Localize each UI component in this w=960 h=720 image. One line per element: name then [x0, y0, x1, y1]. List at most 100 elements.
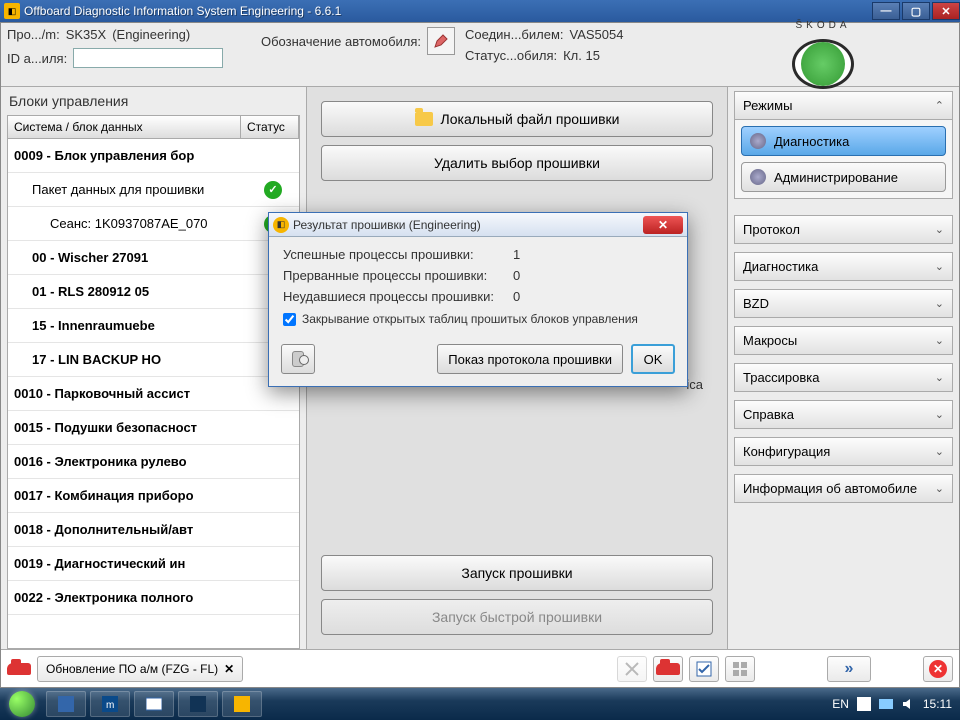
app-icon: ◧: [4, 3, 20, 19]
panel-title: Информация об автомобиле: [743, 481, 917, 496]
panel-header[interactable]: Трассировка⌄: [734, 363, 953, 392]
row-text: Пакет данных для прошивки: [14, 182, 253, 197]
ok-button[interactable]: OK: [631, 344, 675, 374]
table-row[interactable]: Сеанс: 1K0937087AE_070✓: [8, 207, 299, 241]
dialog-titlebar[interactable]: ◧ Результат прошивки (Engineering) ✕: [269, 213, 687, 237]
vehicle-edit-button[interactable]: [427, 27, 455, 55]
table-row[interactable]: 00 - Wischer 27091: [8, 241, 299, 275]
interrupted-label: Прерванные процессы прошивки:: [283, 268, 513, 283]
volume-icon[interactable]: [901, 697, 915, 711]
status-value: Кл. 15: [563, 48, 600, 63]
panel-title: Справка: [743, 407, 794, 422]
bottom-chip[interactable]: Обновление ПО а/м (FZG - FL) ✕: [37, 656, 243, 682]
col-system[interactable]: Система / блок данных: [8, 116, 241, 138]
panel-header[interactable]: Информация об автомобиле⌄: [734, 474, 953, 503]
scissors-icon: [624, 661, 640, 677]
delete-firmware-label: Удалить выбор прошивки: [434, 155, 600, 171]
mode-diagnostics[interactable]: Диагностика: [741, 126, 946, 156]
app-icon: m: [102, 696, 118, 712]
row-text: 0009 - Блок управления бор: [14, 148, 253, 163]
screenshot-button[interactable]: [281, 344, 315, 374]
forward-button[interactable]: »: [827, 656, 871, 682]
flag-icon[interactable]: [857, 697, 871, 711]
id-input[interactable]: [73, 48, 223, 68]
checkbox-input[interactable]: [283, 313, 296, 326]
table-row[interactable]: 0018 - Дополнительный/авт: [8, 513, 299, 547]
local-firmware-label: Локальный файл прошивки: [441, 111, 620, 127]
panel-header[interactable]: BZD ⌄: [734, 289, 953, 318]
tool-cut-button: [617, 656, 647, 682]
panel-title: Макросы: [743, 333, 797, 348]
mode-admin[interactable]: Администрирование: [741, 162, 946, 192]
chevron-down-icon: ⌄: [935, 334, 944, 347]
close-chip-icon[interactable]: ✕: [224, 662, 234, 676]
dialog-body: Успешные процессы прошивки:1 Прерванные …: [269, 237, 687, 336]
app-icon: [234, 696, 250, 712]
system-tray: EN 15:11: [832, 697, 960, 711]
stop-button[interactable]: ✕: [923, 656, 953, 682]
success-label: Успешные процессы прошивки:: [283, 247, 513, 262]
network-icon[interactable]: [879, 697, 893, 711]
car-icon: [7, 663, 31, 675]
table-row[interactable]: Пакет данных для прошивки ✓: [8, 173, 299, 207]
dialog-footer: Показ протокола прошивки OK: [269, 336, 687, 386]
task-item[interactable]: [46, 691, 86, 717]
maximize-button[interactable]: ▢: [902, 2, 930, 20]
tool-car-button[interactable]: [653, 656, 683, 682]
chevron-up-icon: ⌃: [935, 99, 944, 112]
table-row[interactable]: 0009 - Блок управления бор: [8, 139, 299, 173]
close-tables-checkbox[interactable]: Закрывание открытых таблиц прошитых блок…: [283, 312, 673, 326]
row-text: 0017 - Комбинация приборо: [14, 488, 253, 503]
task-item[interactable]: [178, 691, 218, 717]
table-row[interactable]: 0015 - Подушки безопасност: [8, 411, 299, 445]
fast-firmware-button[interactable]: Запуск быстрой прошивки: [321, 599, 713, 635]
checkbox-label: Закрывание открытых таблиц прошитых блок…: [302, 312, 638, 326]
app-header: Про.../m: SK35X (Engineering) ID а...иля…: [1, 23, 959, 87]
app-icon: [58, 696, 74, 712]
program-sub: (Engineering): [112, 27, 190, 42]
modes-header[interactable]: Режимы ⌃: [734, 91, 953, 120]
tool-grid-button[interactable]: [725, 656, 755, 682]
task-item[interactable]: m: [90, 691, 130, 717]
local-firmware-button[interactable]: Локальный файл прошивки: [321, 101, 713, 137]
start-button[interactable]: [0, 688, 44, 720]
panel-title: BZD: [743, 296, 769, 311]
task-item[interactable]: [134, 691, 174, 717]
show-protocol-button[interactable]: Показ протокола прошивки: [437, 344, 623, 374]
task-item[interactable]: [222, 691, 262, 717]
dialog-close-button[interactable]: ✕: [643, 216, 683, 234]
panel-header[interactable]: Справка⌄: [734, 400, 953, 429]
table-row[interactable]: 0019 - Диагностический ин: [8, 547, 299, 581]
failed-label: Неудавшиеся процессы прошивки:: [283, 289, 513, 304]
table-row[interactable]: 01 - RLS 280912 05: [8, 275, 299, 309]
panel-title: Диагностика: [743, 259, 818, 274]
tool-check-button[interactable]: [689, 656, 719, 682]
table-row[interactable]: 15 - Innenraumuebe: [8, 309, 299, 343]
col-status[interactable]: Статус: [241, 116, 299, 138]
table-row[interactable]: 0016 - Электроника рулево: [8, 445, 299, 479]
grid-icon: [732, 661, 748, 677]
panel-header[interactable]: Макросы ⌄: [734, 326, 953, 355]
mode-admin-label: Администрирование: [774, 170, 898, 185]
id-label: ID а...иля:: [7, 51, 67, 66]
tray-lang[interactable]: EN: [832, 697, 849, 711]
table-row[interactable]: 0022 - Электроника полного: [8, 581, 299, 615]
ok-icon: ✓: [264, 181, 282, 199]
table-row[interactable]: 17 - LIN BACKUP HO: [8, 343, 299, 377]
panel-header[interactable]: Конфигурация⌄: [734, 437, 953, 466]
start-firmware-button[interactable]: Запуск прошивки: [321, 555, 713, 591]
panel-title: Конфигурация: [743, 444, 830, 459]
tray-time[interactable]: 15:11: [923, 697, 952, 711]
table-row[interactable]: 0017 - Комбинация приборо: [8, 479, 299, 513]
minimize-button[interactable]: —: [872, 2, 900, 20]
table-row[interactable]: 0010 - Парковочный ассист: [8, 377, 299, 411]
panel-header[interactable]: Протокол⌄: [734, 215, 953, 244]
app-icon: [146, 696, 162, 712]
car-icon: [656, 663, 680, 675]
delete-firmware-button[interactable]: Удалить выбор прошивки: [321, 145, 713, 181]
panel-title: Трассировка: [743, 370, 820, 385]
panel-header[interactable]: Диагностика⌄: [734, 252, 953, 281]
close-button[interactable]: ✕: [932, 2, 960, 20]
status-label: Статус...обиля:: [465, 48, 557, 63]
chevron-down-icon: ⌄: [935, 297, 944, 310]
